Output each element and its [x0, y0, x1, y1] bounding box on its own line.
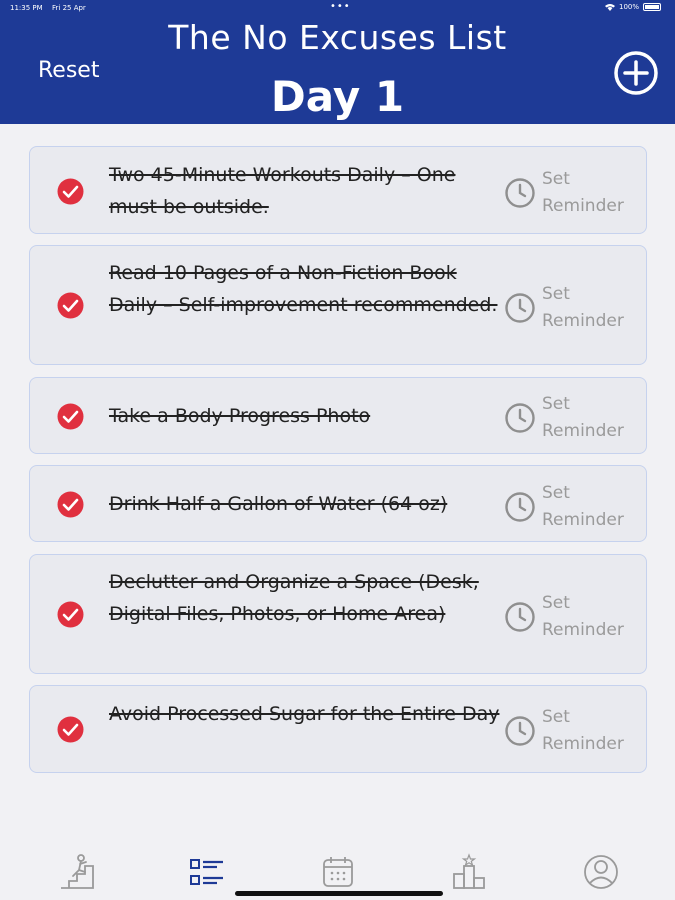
set-reminder-button[interactable]: Set Reminder: [504, 162, 644, 222]
task-text[interactable]: Avoid Processed Sugar for the Entire Day: [109, 698, 504, 730]
status-bar: 11:35 PM Fri 25 Apr ••• 100%: [0, 0, 675, 16]
checked-icon[interactable]: [57, 178, 84, 205]
task-card: Avoid Processed Sugar for the Entire Day…: [29, 685, 647, 773]
set-reminder-button[interactable]: Set Reminder: [504, 586, 644, 646]
progress-stairs-icon[interactable]: [57, 852, 97, 892]
set-reminder-button[interactable]: Set Reminder: [504, 277, 644, 337]
reminder-label: Set Reminder: [542, 593, 624, 640]
multitasking-dots[interactable]: •••: [330, 1, 351, 12]
checked-icon[interactable]: [57, 292, 84, 319]
clock-icon: [505, 492, 535, 522]
set-reminder-button[interactable]: Set Reminder: [504, 476, 644, 536]
reminder-label: Set Reminder: [542, 394, 624, 441]
reminder-label: Set Reminder: [542, 707, 624, 754]
clock-icon: [505, 178, 535, 208]
checked-icon[interactable]: [57, 716, 84, 743]
clock-icon: [505, 602, 535, 632]
task-text[interactable]: Declutter and Organize a Space (Desk, Di…: [109, 566, 504, 630]
checked-icon[interactable]: [57, 403, 84, 430]
task-text[interactable]: Drink Half a Gallon of Water (64 oz): [109, 488, 504, 520]
task-text[interactable]: Two 45-Minute Workouts Daily – One must …: [109, 159, 504, 223]
home-indicator[interactable]: [235, 891, 443, 896]
task-card: Drink Half a Gallon of Water (64 oz) Set…: [29, 465, 647, 542]
profile-icon[interactable]: [581, 852, 621, 892]
checked-icon[interactable]: [57, 601, 84, 628]
leaderboard-icon[interactable]: [449, 852, 489, 892]
app-header: 11:35 PM Fri 25 Apr ••• 100% Reset The N…: [0, 0, 675, 124]
calendar-icon[interactable]: [318, 852, 358, 892]
task-card: Two 45-Minute Workouts Daily – One must …: [29, 146, 647, 234]
reminder-label: Set Reminder: [542, 284, 624, 331]
status-date: Fri 25 Apr: [52, 4, 86, 12]
reminder-label: Set Reminder: [542, 483, 624, 530]
clock-icon: [505, 403, 535, 433]
plus-circle-icon[interactable]: [613, 50, 659, 96]
wifi-icon: [604, 4, 615, 11]
task-text[interactable]: Read 10 Pages of a Non-Fiction Book Dail…: [109, 257, 504, 321]
clock-icon: [505, 293, 535, 323]
status-right: 100%: [604, 3, 661, 11]
app-title: The No Excuses List: [168, 18, 507, 57]
task-card: Declutter and Organize a Space (Desk, Di…: [29, 554, 647, 674]
task-card: Read 10 Pages of a Non-Fiction Book Dail…: [29, 245, 647, 365]
checklist-icon[interactable]: [187, 852, 227, 892]
set-reminder-button[interactable]: Set Reminder: [504, 387, 644, 447]
task-text[interactable]: Take a Body Progress Photo: [109, 400, 504, 432]
task-card: Take a Body Progress Photo Set Reminder: [29, 377, 647, 454]
set-reminder-button[interactable]: Set Reminder: [504, 700, 644, 760]
day-title: Day 1: [270, 72, 405, 121]
clock-icon: [505, 716, 535, 746]
battery-percent: 100%: [618, 3, 639, 11]
battery-icon: [643, 3, 661, 11]
reminder-label: Set Reminder: [542, 169, 624, 216]
checked-icon[interactable]: [57, 491, 84, 518]
status-time: 11:35 PM: [10, 4, 43, 12]
